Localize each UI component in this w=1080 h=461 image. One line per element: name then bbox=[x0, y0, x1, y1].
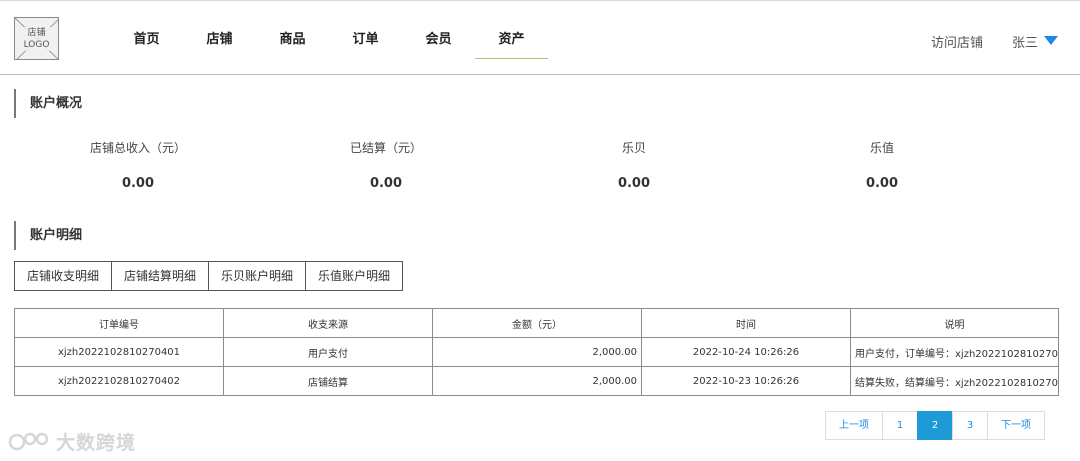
column-header-description: 说明 bbox=[850, 308, 1059, 338]
page-button-3[interactable]: 3 bbox=[952, 411, 988, 440]
user-name: 张三 bbox=[1012, 36, 1039, 51]
watermark-text: 大数跨境 bbox=[56, 432, 137, 454]
stat-lezhi: 乐值 0.00 bbox=[802, 140, 962, 192]
detail-table: 订单编号 收支来源 金额（元） 时间 说明 xjzh20221028102704… bbox=[14, 308, 1059, 396]
tab-store-income-expense[interactable]: 店铺收支明细 bbox=[14, 261, 113, 291]
main-nav: 首页 店铺 商品 订单 会员 资产 bbox=[110, 23, 548, 59]
stat-value: 0.00 bbox=[865, 176, 899, 191]
cell-time: 2022-10-24 10:26:26 bbox=[641, 337, 851, 367]
watermark-logo-icon bbox=[8, 432, 49, 450]
stat-value: 0.00 bbox=[121, 176, 155, 191]
page-button-2[interactable]: 2 bbox=[917, 411, 953, 440]
cell-source: 店铺结算 bbox=[223, 366, 433, 396]
stat-total-income: 店铺总收入（元） 0.00 bbox=[58, 140, 218, 192]
column-header-order-no: 订单编号 bbox=[14, 308, 224, 338]
overview-section-title: 账户概况 bbox=[14, 89, 82, 118]
stat-label: 店铺总收入（元） bbox=[89, 141, 186, 155]
table-row: xjzh2022102810270402 店铺结算 2,000.00 2022-… bbox=[14, 366, 1059, 396]
nav-item-store[interactable]: 店铺 bbox=[183, 23, 256, 59]
cell-description: 用户支付，订单编号：xjzh2022102810270401 bbox=[850, 337, 1059, 367]
cell-description: 结算失败，结算编号：xjzh2022102810270402 bbox=[850, 366, 1059, 396]
detail-section-title: 账户明细 bbox=[14, 221, 82, 250]
pagination: 上一项 1 2 3 下一项 bbox=[825, 411, 1045, 440]
top-header: 店铺LOGO 首页 店铺 商品 订单 会员 资产 访问店铺 张三 bbox=[0, 0, 1080, 75]
column-header-amount: 金额（元） bbox=[432, 308, 642, 338]
nav-item-home[interactable]: 首页 bbox=[110, 23, 183, 59]
nav-item-members[interactable]: 会员 bbox=[402, 23, 475, 59]
nav-item-orders[interactable]: 订单 bbox=[329, 23, 402, 59]
cell-time: 2022-10-23 10:26:26 bbox=[641, 366, 851, 396]
watermark: 大数跨境 bbox=[8, 428, 136, 455]
user-menu[interactable]: 张三 bbox=[1012, 32, 1059, 51]
stat-value: 0.00 bbox=[369, 176, 403, 191]
cell-amount: 2,000.00 bbox=[432, 366, 642, 396]
next-page-button[interactable]: 下一项 bbox=[987, 411, 1045, 440]
visit-store-link[interactable]: 访问店铺 bbox=[931, 32, 983, 51]
tab-lebei-account[interactable]: 乐贝账户明细 bbox=[208, 261, 307, 291]
column-header-source: 收支来源 bbox=[223, 308, 433, 338]
column-header-time: 时间 bbox=[641, 308, 851, 338]
stat-value: 0.00 bbox=[617, 176, 651, 191]
stat-settled: 已结算（元） 0.00 bbox=[306, 140, 466, 192]
stat-label: 已结算（元） bbox=[349, 141, 422, 155]
page-button-1[interactable]: 1 bbox=[882, 411, 918, 440]
caret-down-icon bbox=[1044, 36, 1059, 45]
stat-lebei: 乐贝 0.00 bbox=[554, 140, 714, 192]
logo-text: 店铺LOGO bbox=[15, 27, 58, 51]
cell-order-no: xjzh2022102810270402 bbox=[14, 366, 224, 396]
store-logo[interactable]: 店铺LOGO bbox=[14, 17, 59, 60]
cell-source: 用户支付 bbox=[223, 337, 433, 367]
table-row: xjzh2022102810270401 用户支付 2,000.00 2022-… bbox=[14, 337, 1059, 367]
tab-lezhi-account[interactable]: 乐值账户明细 bbox=[305, 261, 404, 291]
detail-tabs: 店铺收支明细 店铺结算明细 乐贝账户明细 乐值账户明细 bbox=[14, 261, 404, 291]
nav-item-assets[interactable]: 资产 bbox=[475, 23, 548, 59]
tab-store-settlement[interactable]: 店铺结算明细 bbox=[111, 261, 210, 291]
prev-page-button[interactable]: 上一项 bbox=[825, 411, 883, 440]
table-header-row: 订单编号 收支来源 金额（元） 时间 说明 bbox=[14, 308, 1059, 338]
stat-label: 乐值 bbox=[869, 141, 894, 155]
nav-item-products[interactable]: 商品 bbox=[256, 23, 329, 59]
cell-amount: 2,000.00 bbox=[432, 337, 642, 367]
cell-order-no: xjzh2022102810270401 bbox=[14, 337, 224, 367]
stat-label: 乐贝 bbox=[621, 141, 646, 155]
